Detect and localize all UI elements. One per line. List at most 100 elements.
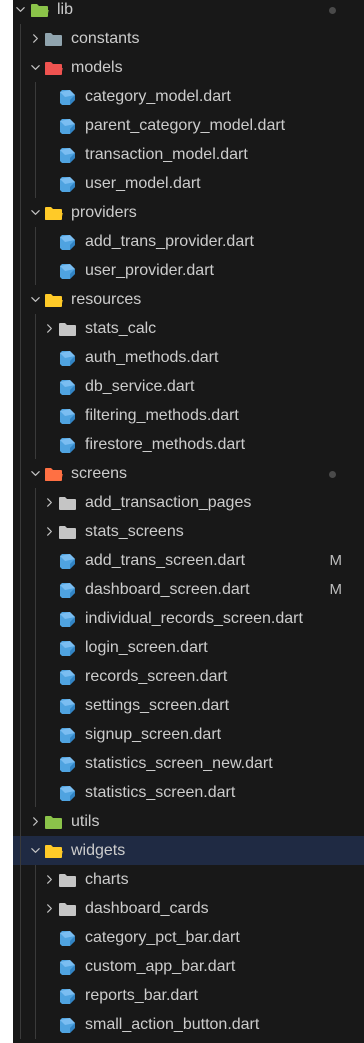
chevron-right-icon[interactable]	[42, 865, 56, 894]
dart-file-icon	[57, 343, 77, 372]
folder-row-providers[interactable]: providers	[13, 198, 364, 227]
dart-file-icon	[57, 256, 77, 285]
file-row-individual-records-screen-dart[interactable]: individual_records_screen.dart	[13, 604, 364, 633]
folder-row-lib[interactable]: lib	[13, 0, 364, 24]
dart-file-icon	[57, 923, 77, 952]
folder-row-widgets[interactable]: widgets	[13, 836, 364, 865]
folder-label: dashboard_cards	[85, 900, 209, 917]
folder-row-utils[interactable]: utils	[13, 807, 364, 836]
git-modified-badge: M	[329, 552, 343, 569]
file-row-add-trans-provider-dart[interactable]: add_trans_provider.dart	[13, 227, 364, 256]
chevron-down-icon[interactable]	[28, 53, 42, 82]
dart-file-icon	[57, 662, 77, 691]
file-row-transaction-model-dart[interactable]: transaction_model.dart	[13, 140, 364, 169]
folder-open-resources-icon	[43, 285, 63, 314]
chevron-down-icon[interactable]	[28, 198, 42, 227]
folder-label: add_transaction_pages	[85, 494, 252, 511]
dart-file-icon	[57, 1010, 77, 1039]
file-row-records-screen-dart[interactable]: records_screen.dart	[13, 662, 364, 691]
file-row-settings-screen-dart[interactable]: settings_screen.dart	[13, 691, 364, 720]
folder-row-resources[interactable]: resources	[13, 285, 364, 314]
file-label: category_model.dart	[85, 88, 231, 105]
file-row-firestore-methods-dart[interactable]: firestore_methods.dart	[13, 430, 364, 459]
chevron-right-icon[interactable]	[42, 894, 56, 923]
file-row-small-action-button-dart[interactable]: small_action_button.dart	[13, 1010, 364, 1039]
file-row-dashboard-screen-dart[interactable]: dashboard_screen.dart M	[13, 575, 364, 604]
dart-file-icon	[57, 546, 77, 575]
dart-file-icon	[57, 169, 77, 198]
dart-file-icon	[57, 401, 77, 430]
dart-file-icon	[57, 720, 77, 749]
file-label: add_trans_provider.dart	[85, 233, 254, 250]
file-row-custom-app-bar-dart[interactable]: custom_app_bar.dart	[13, 952, 364, 981]
folder-row-dashboard-cards[interactable]: dashboard_cards	[13, 894, 364, 923]
folder-icon	[57, 488, 77, 517]
changes-dot-indicator	[329, 7, 336, 14]
file-row-category-model-dart[interactable]: category_model.dart	[13, 82, 364, 111]
folder-label: resources	[71, 291, 142, 308]
file-row-login-screen-dart[interactable]: login_screen.dart	[13, 633, 364, 662]
folder-utils-icon	[43, 807, 63, 836]
folder-constants-icon	[43, 24, 63, 53]
folder-row-add-transaction-pages[interactable]: add_transaction_pages	[13, 488, 364, 517]
indent-guide	[35, 82, 36, 198]
folder-open-widgets-icon	[43, 836, 63, 865]
chevron-right-icon[interactable]	[42, 488, 56, 517]
file-label: auth_methods.dart	[85, 349, 219, 366]
folder-row-stats-screens[interactable]: stats_screens	[13, 517, 364, 546]
dart-file-icon	[57, 575, 77, 604]
folder-row-screens[interactable]: screens	[13, 459, 364, 488]
chevron-down-icon[interactable]	[13, 0, 27, 24]
chevron-right-icon[interactable]	[42, 314, 56, 343]
indent-guide	[35, 227, 36, 285]
folder-icon	[57, 894, 77, 923]
folder-row-models[interactable]: models	[13, 53, 364, 82]
file-row-user-model-dart[interactable]: user_model.dart	[13, 169, 364, 198]
file-row-filtering-methods-dart[interactable]: filtering_methods.dart	[13, 401, 364, 430]
file-row-signup-screen-dart[interactable]: signup_screen.dart	[13, 720, 364, 749]
chevron-down-icon[interactable]	[28, 285, 42, 314]
file-label: db_service.dart	[85, 378, 195, 395]
dart-file-icon	[57, 227, 77, 256]
file-row-user-provider-dart[interactable]: user_provider.dart	[13, 256, 364, 285]
chevron-right-icon[interactable]	[28, 24, 42, 53]
folder-label: providers	[71, 204, 137, 221]
file-label: statistics_screen_new.dart	[85, 755, 273, 772]
file-label: firestore_methods.dart	[85, 436, 246, 453]
dart-file-icon	[57, 140, 77, 169]
folder-open-providers-icon	[43, 198, 63, 227]
file-label: records_screen.dart	[85, 668, 228, 685]
file-row-reports-bar-dart[interactable]: reports_bar.dart	[13, 981, 364, 1010]
dart-file-icon	[57, 430, 77, 459]
dart-file-icon	[57, 372, 77, 401]
changes-dot-indicator	[329, 471, 336, 478]
dart-file-icon	[57, 604, 77, 633]
dart-file-icon	[57, 691, 77, 720]
folder-icon	[57, 314, 77, 343]
file-label: reports_bar.dart	[85, 987, 198, 1004]
chevron-right-icon[interactable]	[42, 517, 56, 546]
file-explorer: lib constants models category_model.dartpar…	[13, 0, 364, 1043]
file-label: individual_records_screen.dart	[85, 610, 303, 627]
file-label: category_pct_bar.dart	[85, 929, 240, 946]
folder-row-stats-calc[interactable]: stats_calc	[13, 314, 364, 343]
dart-file-icon	[57, 111, 77, 140]
folder-label: screens	[71, 465, 128, 482]
file-label: add_trans_screen.dart	[85, 552, 246, 569]
chevron-down-icon[interactable]	[28, 459, 42, 488]
file-row-auth-methods-dart[interactable]: auth_methods.dart	[13, 343, 364, 372]
file-row-add-trans-screen-dart[interactable]: add_trans_screen.dart M	[13, 546, 364, 575]
file-row-statistics-screen-new-dart[interactable]: statistics_screen_new.dart	[13, 749, 364, 778]
file-row-category-pct-bar-dart[interactable]: category_pct_bar.dart	[13, 923, 364, 952]
file-label: statistics_screen.dart	[85, 784, 236, 801]
chevron-right-icon[interactable]	[28, 807, 42, 836]
folder-row-constants[interactable]: constants	[13, 24, 364, 53]
file-label: custom_app_bar.dart	[85, 958, 236, 975]
file-row-parent-category-model-dart[interactable]: parent_category_model.dart	[13, 111, 364, 140]
chevron-down-icon[interactable]	[28, 836, 42, 865]
folder-row-charts[interactable]: charts	[13, 865, 364, 894]
file-label: parent_category_model.dart	[85, 117, 286, 134]
file-row-db-service-dart[interactable]: db_service.dart	[13, 372, 364, 401]
file-row-statistics-screen-dart[interactable]: statistics_screen.dart	[13, 778, 364, 807]
folder-label: models	[71, 59, 123, 76]
